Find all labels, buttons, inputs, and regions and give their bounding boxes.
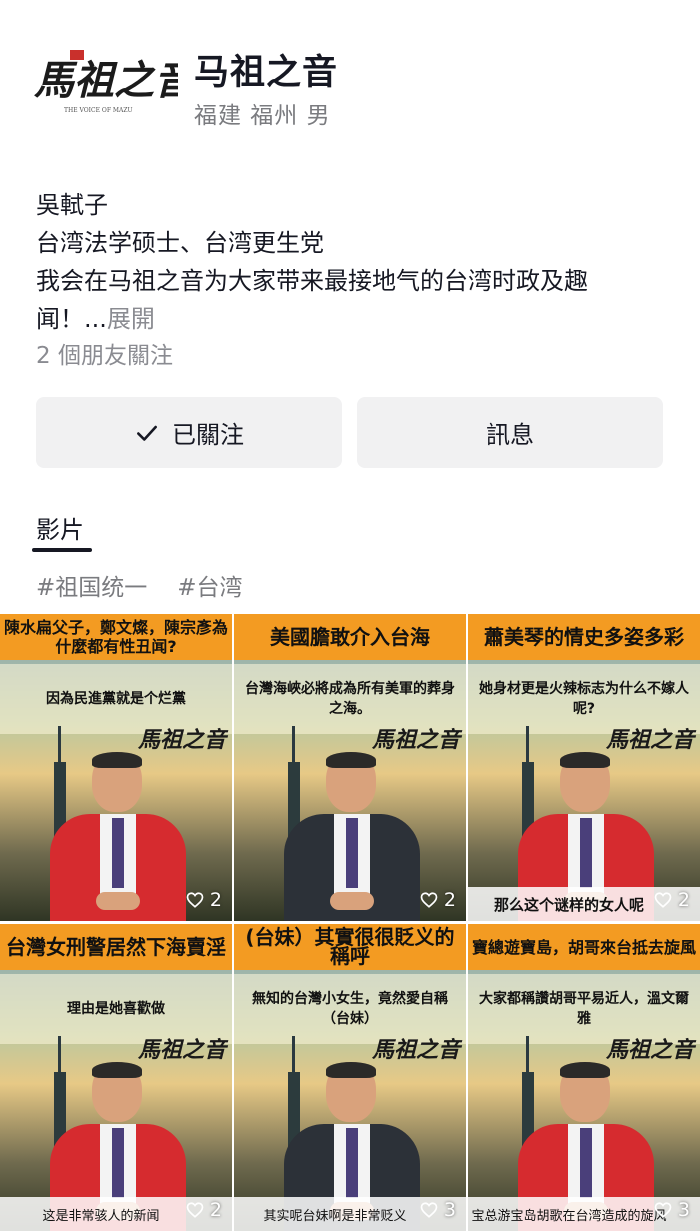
video-thumbnail[interactable]: 台灣女刑警居然下海賣淫 理由是她喜歡做 馬祖之音 这是非常骇人的新闻 2	[0, 924, 232, 1231]
heart-icon	[654, 892, 672, 908]
video-watermark: 馬祖之音	[605, 1037, 694, 1063]
svg-text:THE VOICE OF MAZU: THE VOICE OF MAZU	[64, 107, 133, 114]
heart-icon	[186, 1202, 204, 1218]
like-count-value: 3	[443, 1199, 456, 1221]
presenter-figure	[50, 752, 186, 921]
video-watermark: 馬祖之音	[371, 727, 460, 753]
video-watermark: 馬祖之音	[371, 1037, 460, 1063]
profile-name: 马祖之音	[194, 53, 339, 93]
video-thumbnail[interactable]: 蕭美琴的情史多姿多彩 她身材更是火辣标志为什么不嫁人呢? 馬祖之音 那么这个谜样的女人…	[468, 614, 700, 921]
video-title: 蕭美琴的情史多姿多彩	[468, 614, 700, 660]
heart-icon	[186, 892, 204, 908]
checkmark-icon	[137, 425, 157, 441]
video-title: 台灣女刑警居然下海賣淫	[0, 924, 232, 970]
bio-line: 吳軾子	[36, 191, 108, 219]
following-button[interactable]: 已關注	[36, 397, 342, 468]
video-thumbnail[interactable]: 陳水扁父子，鄭文燦，陳宗彥為什麼都有性丑闻? 因為民進黨就是个烂黨 馬祖之音 2	[0, 614, 232, 921]
tab-videos[interactable]: 影片	[36, 510, 84, 545]
like-count: 2	[420, 889, 456, 911]
like-count: 2	[186, 889, 222, 911]
bio-expand-link[interactable]: 展開	[107, 305, 155, 333]
like-count: 3	[654, 1199, 690, 1221]
like-count-value: 2	[209, 1199, 222, 1221]
like-count: 3	[420, 1199, 456, 1221]
video-thumbnail[interactable]: (台妹）其實很很貶义的稱呼 無知的台灣小女生，竟然愛自稱（台妹） 馬祖之音 其实呢台妹…	[234, 924, 466, 1231]
hashtag-tag[interactable]: #台湾	[177, 568, 242, 602]
bio-line: 我会在马祖之音为大家带来最接地气的台湾时政及趣	[36, 267, 588, 295]
hashtag-tag[interactable]: #祖国统一	[36, 568, 147, 602]
avatar[interactable]: 馬祖之音 THE VOICE OF MAZU	[28, 36, 178, 126]
bio-line: 闻！...	[36, 305, 107, 333]
heart-icon	[420, 892, 438, 908]
video-watermark: 馬祖之音	[137, 727, 226, 753]
profile-meta: 福建 福州 男	[194, 103, 331, 129]
like-count: 2	[186, 1199, 222, 1221]
tab-active-indicator	[32, 548, 92, 552]
profile-bio: 吳軾子 台湾法学硕士、台湾更生党 我会在马祖之音为大家带来最接地气的台湾时政及趣…	[36, 186, 676, 338]
video-title: 美國膽敢介入台海	[234, 614, 466, 660]
video-thumbnail[interactable]: 寶總遊寶島，胡哥來台抵去旋風 大家都稱讚胡哥平易近人，溫文爾雅 馬祖之音 宝总游宝岛胡…	[468, 924, 700, 1231]
video-title: 寶總遊寶島，胡哥來台抵去旋風	[468, 924, 700, 970]
like-count: 2	[654, 889, 690, 911]
like-count-value: 2	[677, 889, 690, 911]
heart-icon	[654, 1202, 672, 1218]
presenter-figure	[284, 752, 420, 921]
message-button-label: 訊息	[486, 421, 534, 449]
video-watermark: 馬祖之音	[137, 1037, 226, 1063]
profile-header: 馬祖之音 THE VOICE OF MAZU 马祖之音 福建 福州 男	[0, 0, 700, 160]
hashtag-list: #祖国统一 #台湾	[36, 568, 243, 602]
following-button-label: 已關注	[172, 421, 244, 449]
bio-line: 台湾法学硕士、台湾更生党	[36, 229, 324, 257]
message-button[interactable]: 訊息	[357, 397, 663, 468]
mazu-logo-icon: 馬祖之音 THE VOICE OF MAZU	[34, 50, 178, 114]
video-title: (台妹）其實很很貶义的稱呼	[234, 924, 466, 970]
video-grid: 陳水扁父子，鄭文燦，陳宗彥為什麼都有性丑闻? 因為民進黨就是个烂黨 馬祖之音 2 美國膽…	[0, 614, 700, 1231]
like-count-value: 2	[209, 889, 222, 911]
heart-icon	[420, 1202, 438, 1218]
friends-following[interactable]: 2 個朋友關注	[36, 336, 173, 370]
like-count-value: 2	[443, 889, 456, 911]
video-watermark: 馬祖之音	[605, 727, 694, 753]
svg-text:馬祖之音: 馬祖之音	[34, 57, 178, 104]
video-thumbnail[interactable]: 美國膽敢介入台海 台灣海峽必將成為所有美軍的葬身之海。 馬祖之音 2	[234, 614, 466, 921]
video-title: 陳水扁父子，鄭文燦，陳宗彥為什麼都有性丑闻?	[0, 614, 232, 660]
like-count-value: 3	[677, 1199, 690, 1221]
